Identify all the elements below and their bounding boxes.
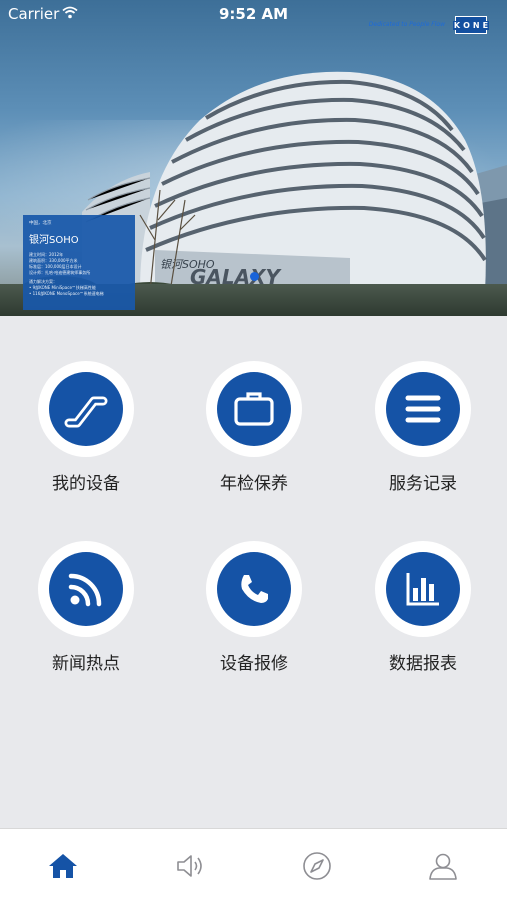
menu-label: 服务记录: [389, 474, 457, 494]
project-location: 中国，北京: [29, 221, 52, 226]
list-icon: [405, 395, 441, 423]
menu-icon-ring: [38, 541, 134, 637]
menu-service-records[interactable]: 服务记录: [358, 361, 488, 494]
speaker-icon: [177, 855, 202, 877]
project-info-card[interactable]: 中国，北京 银河SOHO 建立时间：2012年 建筑面积：330,000平方米 …: [23, 215, 135, 310]
menu-icon-ring: [375, 541, 471, 637]
tab-home[interactable]: [46, 849, 80, 883]
hero-banner[interactable]: 银河SOHO GALAXY Carrier 9:52 AM Dedicated …: [0, 0, 507, 316]
tab-profile[interactable]: [426, 849, 460, 883]
bar-chart-icon: [406, 573, 439, 606]
tab-sound[interactable]: [174, 849, 208, 883]
menu-label: 数据报表: [389, 654, 457, 674]
menu-label: 新闻热点: [52, 654, 120, 674]
tab-discover[interactable]: [300, 849, 334, 883]
menu-icon-ring: [38, 361, 134, 457]
tab-bar: [0, 828, 507, 900]
user-icon: [429, 853, 457, 880]
menu-label: 我的设备: [52, 474, 120, 494]
menu-label: 设备报修: [220, 654, 288, 674]
menu-label: 年检保养: [220, 474, 288, 494]
rss-icon: [68, 573, 102, 607]
phone-icon: [241, 575, 268, 603]
menu-icon-ring: [375, 361, 471, 457]
logo-letter: K: [452, 20, 462, 30]
logo-letter: O: [462, 20, 471, 30]
menu-annual-inspection[interactable]: 年检保养: [189, 361, 319, 494]
home-icon: [49, 854, 77, 878]
menu-my-equipment[interactable]: 我的设备: [21, 361, 151, 494]
project-detail: 设计师：扎哈·哈迪德建筑师事务所: [29, 270, 91, 275]
carousel-indicator[interactable]: [250, 272, 259, 281]
tagline: Dedicated to People Flow: [368, 21, 445, 28]
menu-data-report[interactable]: 数据报表: [358, 541, 488, 674]
compass-icon: [303, 852, 331, 880]
briefcase-icon: [234, 392, 274, 426]
project-title: 银河SOHO: [29, 235, 79, 246]
menu-icon-ring: [206, 361, 302, 457]
menu-repair[interactable]: 设备报修: [189, 541, 319, 674]
menu-news[interactable]: 新闻热点: [21, 541, 151, 674]
menu-grid: 我的设备 年检保养 服务记录 新闻热点 设备报修 数据报表: [0, 316, 507, 828]
solution-item: • 116部KONE MonoSpace™系统速电梯: [29, 291, 104, 296]
escalator-icon: [64, 396, 108, 428]
menu-icon-ring: [206, 541, 302, 637]
logo-letter: E: [481, 20, 490, 30]
logo-letter: N: [471, 20, 481, 30]
kone-logo: K O N E: [452, 16, 490, 34]
